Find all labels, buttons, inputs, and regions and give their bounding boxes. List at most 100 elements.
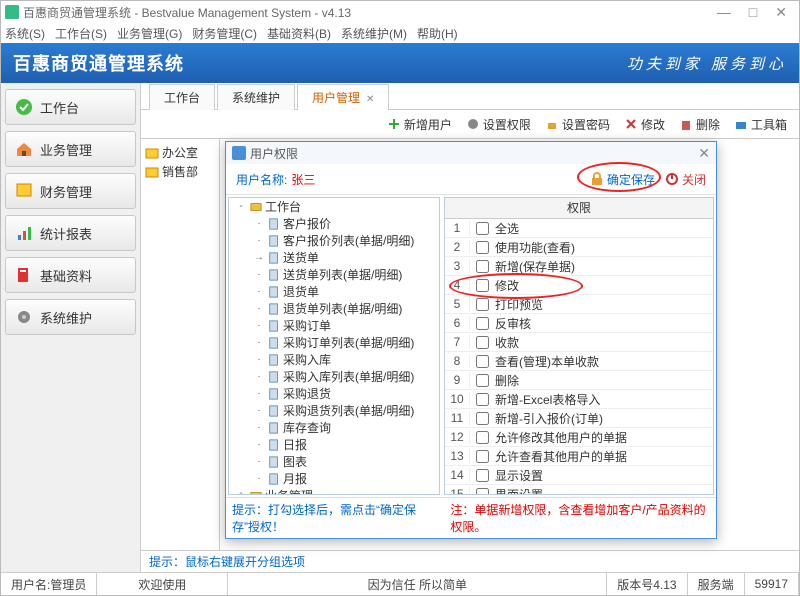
tree-row[interactable]: ·退货单列表(单据/明细)	[229, 300, 439, 317]
tree-row[interactable]: →送货单	[229, 249, 439, 266]
tree-row[interactable]: ·采购入库	[229, 351, 439, 368]
perm-row[interactable]: 6反审核	[445, 314, 713, 333]
tab[interactable]: 用户管理✕	[297, 84, 389, 110]
tree-toggle[interactable]: ·	[253, 439, 265, 450]
menu-item[interactable]: 系统维护(M)	[341, 25, 407, 42]
tree-toggle[interactable]: ·	[253, 320, 265, 331]
tree-row[interactable]: ·客户报价	[229, 215, 439, 232]
tree-toggle[interactable]: ·	[253, 286, 265, 297]
tree-toggle[interactable]: →	[253, 252, 265, 263]
tree-toggle[interactable]: ·	[253, 269, 265, 280]
tree-toggle[interactable]: +	[235, 490, 247, 495]
perm-row[interactable]: 13允许查看其他用户的单据	[445, 447, 713, 466]
perm-checkbox[interactable]	[476, 469, 489, 482]
folder-item[interactable]: 销售部	[145, 162, 215, 181]
perm-index: 8	[445, 354, 470, 368]
perm-checkbox[interactable]	[476, 450, 489, 463]
tree-row[interactable]: ·库存查询	[229, 419, 439, 436]
tree-row[interactable]: +业务管理	[229, 487, 439, 495]
perm-row[interactable]: 7收款	[445, 333, 713, 352]
close-button[interactable]: ✕	[775, 5, 787, 19]
perm-checkbox[interactable]	[476, 488, 489, 495]
nav-0[interactable]: 工作台	[5, 89, 136, 125]
dialog-close-icon[interactable]: ✕	[698, 145, 710, 162]
toolbar-toolbox[interactable]: 工具箱	[734, 116, 787, 133]
perm-checkbox[interactable]	[476, 260, 489, 273]
tree-row[interactable]: ·采购订单列表(单据/明细)	[229, 334, 439, 351]
tab[interactable]: 系统维护	[217, 84, 295, 110]
perm-row[interactable]: 10新增-Excel表格导入	[445, 390, 713, 409]
tree-toggle[interactable]: ·	[253, 473, 265, 484]
tree-toggle[interactable]: ·	[253, 303, 265, 314]
perm-checkbox[interactable]	[476, 279, 489, 292]
module-tree[interactable]: -工作台·客户报价·客户报价列表(单据/明细)→送货单·送货单列表(单据/明细)…	[228, 197, 440, 495]
perm-row[interactable]: 2使用功能(查看)	[445, 238, 713, 257]
perm-checkbox[interactable]	[476, 222, 489, 235]
perm-checkbox[interactable]	[476, 431, 489, 444]
save-button[interactable]: 确定保存	[590, 171, 655, 188]
toolbar-plus[interactable]: 新增用户	[387, 116, 452, 133]
tree-toggle[interactable]: ·	[253, 371, 265, 382]
tree-row[interactable]: ·采购订单	[229, 317, 439, 334]
perm-checkbox[interactable]	[476, 412, 489, 425]
menu-item[interactable]: 工作台(S)	[55, 25, 107, 42]
menu-item[interactable]: 业务管理(G)	[117, 25, 182, 42]
toolbar-trash[interactable]: 删除	[679, 116, 720, 133]
tree-toggle[interactable]: ·	[253, 405, 265, 416]
tab-close-icon[interactable]: ✕	[366, 94, 374, 105]
perm-checkbox[interactable]	[476, 393, 489, 406]
tree-toggle[interactable]: ·	[253, 422, 265, 433]
toolbar-gear[interactable]: 设置权限	[466, 116, 531, 133]
tree-toggle[interactable]: ·	[253, 235, 265, 246]
nav-5[interactable]: 系统维护	[5, 299, 136, 335]
menu-item[interactable]: 系统(S)	[5, 25, 45, 42]
minimize-button[interactable]: —	[717, 5, 731, 19]
perm-row[interactable]: 12允许修改其他用户的单据	[445, 428, 713, 447]
nav-2[interactable]: 财务管理	[5, 173, 136, 209]
perm-row[interactable]: 8查看(管理)本单收款	[445, 352, 713, 371]
toolbar-lock[interactable]: 设置密码	[545, 116, 610, 133]
tree-row[interactable]: -工作台	[229, 198, 439, 215]
maximize-button[interactable]: □	[749, 5, 757, 19]
tab[interactable]: 工作台	[149, 84, 215, 110]
tree-toggle[interactable]: -	[235, 201, 247, 212]
tree-row[interactable]: ·送货单列表(单据/明细)	[229, 266, 439, 283]
tree-toggle[interactable]: ·	[253, 456, 265, 467]
tree-row[interactable]: ·客户报价列表(单据/明细)	[229, 232, 439, 249]
perm-checkbox[interactable]	[476, 317, 489, 330]
tree-toggle[interactable]: ·	[253, 388, 265, 399]
menu-item[interactable]: 财务管理(C)	[192, 25, 257, 42]
perm-row[interactable]: 11新增-引入报价(订单)	[445, 409, 713, 428]
tree-row[interactable]: ·月报	[229, 470, 439, 487]
tree-row[interactable]: ·退货单	[229, 283, 439, 300]
perm-row[interactable]: 9删除	[445, 371, 713, 390]
close-button[interactable]: 关闭	[665, 171, 706, 188]
perm-row[interactable]: 1全选	[445, 219, 713, 238]
perm-checkbox[interactable]	[476, 241, 489, 254]
menu-item[interactable]: 基础资料(B)	[267, 25, 331, 42]
nav-3[interactable]: 统计报表	[5, 215, 136, 251]
tree-row[interactable]: ·采购退货	[229, 385, 439, 402]
tree-row[interactable]: ·采购入库列表(单据/明细)	[229, 368, 439, 385]
perm-row[interactable]: 3新增(保存单据)	[445, 257, 713, 276]
perm-row[interactable]: 15界面设置	[445, 485, 713, 494]
perm-row[interactable]: 5打印预览	[445, 295, 713, 314]
folder-item[interactable]: 办公室	[145, 143, 215, 162]
perm-checkbox[interactable]	[476, 336, 489, 349]
tree-toggle[interactable]: ·	[253, 337, 265, 348]
tree-row[interactable]: ·图表	[229, 453, 439, 470]
perm-checkbox[interactable]	[476, 355, 489, 368]
tree-toggle[interactable]: ·	[253, 218, 265, 229]
tree-toggle[interactable]: ·	[253, 354, 265, 365]
perm-checkbox[interactable]	[476, 374, 489, 387]
toolbar-scissors[interactable]: 修改	[624, 116, 665, 133]
permission-list[interactable]: 1全选2使用功能(查看)3新增(保存单据)4修改5打印预览6反审核7收款8查看(…	[445, 219, 713, 494]
perm-row[interactable]: 4修改	[445, 276, 713, 295]
nav-1[interactable]: 业务管理	[5, 131, 136, 167]
menu-item[interactable]: 帮助(H)	[417, 25, 458, 42]
tree-row[interactable]: ·日报	[229, 436, 439, 453]
perm-row[interactable]: 14显示设置	[445, 466, 713, 485]
tree-row[interactable]: ·采购退货列表(单据/明细)	[229, 402, 439, 419]
perm-checkbox[interactable]	[476, 298, 489, 311]
nav-4[interactable]: 基础资料	[5, 257, 136, 293]
